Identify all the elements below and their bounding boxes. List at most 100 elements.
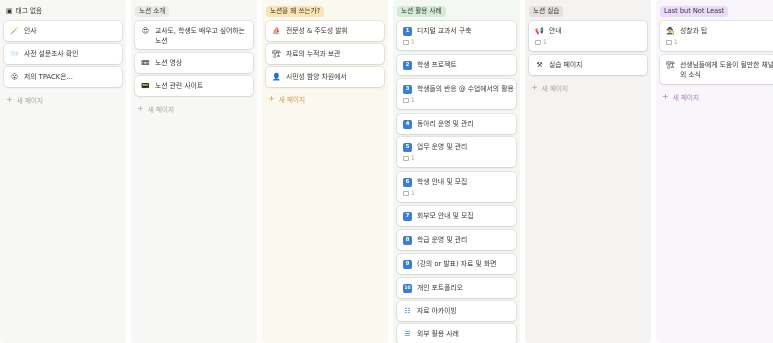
card[interactable]: 🏗 자료의 누적과 보관 [266,44,384,64]
new-page-label: 새 페이지 [672,94,700,102]
keycap-9-icon: 9 [403,260,412,269]
card[interactable]: ☷ 자료 아카이빙 [397,301,516,321]
column-tag: 노션을 왜 쓰는가? [266,5,325,17]
card[interactable]: 5 업무 운영 및 관리 1 [397,137,516,167]
comment-icon [403,98,409,103]
card-title: 전문성 & 주도성 발휘 [286,27,348,35]
column-tag: 노션 활용 사례 [397,5,446,17]
card[interactable]: 👤 시민성 함양 차원에서 [266,67,384,87]
new-page-label: 새 페이지 [16,97,44,105]
magic-wand-icon: 🪄 [10,27,19,35]
card[interactable]: 📢 안내 1 [529,21,647,51]
column-notion-intro: 노션 소개 😍 교사도, 학생도 배우고 싶어하는 노션 📼 노션 영상 📟 노션 관… [131,0,257,343]
card-title: 동아리 운영 및 관리 [417,120,474,128]
card[interactable]: ⚒ 실습 페이지 [529,55,647,75]
card-title: 저의 TPACK은... [24,73,73,81]
card-title: 학생 안내 및 모집 [417,178,468,186]
card[interactable]: 1 디지털 교과서 구축 1 [397,21,516,50]
keycap-5-icon: 5 [403,143,412,152]
column-when-to-use: 노션을 왜 쓰는가? ⛵ 전문성 & 주도성 발휘 🏗 자료의 누적과 보관 👤 시민… [262,0,388,343]
keycap-7-icon: 7 [403,212,412,221]
comment-count: 1 [403,191,516,197]
megaphone-icon: 📢 [535,27,544,35]
surprised-face-icon: 😮 [10,73,19,81]
card-title: 자료의 누적과 보관 [286,50,341,58]
card-title: 사전 설문조사 확인 [24,50,79,58]
keycap-2-icon: 2 [403,61,412,70]
card[interactable]: 10 개인 포트폴리오 [397,278,516,298]
plus-icon: + [6,95,13,104]
keycap-1-icon: 1 [403,27,412,36]
comment-count: 1 [403,156,516,162]
card-title: 개인 포트폴리오 [417,284,463,292]
column-practice: 노션 실습 📢 안내 1 ⚒ 실습 페이지 + 새 페이지 [525,0,651,343]
card[interactable]: ⛵ 전문성 & 주도성 발휘 [266,21,384,41]
new-page-label: 새 페이지 [147,106,175,114]
column-header[interactable]: 노션 소개 [135,4,253,18]
plus-icon: + [137,104,144,113]
menu-icon: ☰ [404,330,411,338]
column-use-cases: 노션 활용 사례 1 디지털 교과서 구축 1 2 학생 프로젝트 3 학생들의 반응… [393,0,520,343]
card[interactable]: 9 (강의 or 발표) 자료 및 화면 [397,254,516,274]
card[interactable]: 6 학생 안내 및 모집 1 [397,172,516,202]
heart-eyes-icon: 😍 [141,27,150,35]
column-tag: Last but Not Least [660,5,729,17]
column-header[interactable]: ▣ 태그 없음 [4,4,122,18]
keycap-10-icon: 10 [403,284,412,293]
card[interactable]: 🏗 선생님들에게 도움이 될만한 채널 외 소식 [660,55,773,84]
card-title: 노션 관련 사이트 [155,82,204,90]
card-title: 학생들의 반응 @ 수업에서의 활용 [417,85,514,93]
kanban-board: ▣ 태그 없음 🪄 인사 📨 사전 설문조사 확인 😮 저의 TPACK은... + 새… [0,0,773,343]
card[interactable]: 📟 노션 관련 사이트 [135,76,253,96]
list-icon: ☷ [404,307,411,315]
videocassette-icon: 📼 [141,59,150,67]
comment-count: 1 [535,40,647,46]
comment-icon [403,191,409,196]
card-title: 선생님들에게 도움이 될만한 채널 외 소식 [680,61,773,79]
card[interactable]: 4 동아리 운영 및 관리 [397,114,516,134]
new-page-button[interactable]: + 새 페이지 [6,94,43,106]
card[interactable]: 📨 사전 설문조사 확인 [4,44,122,64]
card[interactable]: ☰ 외부 활용 사례 [397,324,516,343]
column-header[interactable]: 노션 실습 [529,4,647,18]
keycap-8-icon: 8 [403,236,412,245]
card[interactable]: 8 학급 운영 및 관리 [397,230,516,250]
new-page-label: 새 페이지 [278,96,306,104]
column-header[interactable]: 노션 활용 사례 [397,4,516,18]
card[interactable]: 🧙 성찰과 팁 1 [660,21,773,51]
card-title: 회부모 안내 및 모집 [417,212,474,220]
card-title: 자료 아카이빙 [417,307,457,315]
new-page-button[interactable]: + 새 페이지 [531,82,568,94]
card[interactable]: 7 회부모 안내 및 모집 [397,206,516,226]
card-title: 교사도, 학생도 배우고 싶어하는 노션 [155,27,245,45]
card[interactable]: 😮 저의 TPACK은... [4,67,122,87]
new-page-button[interactable]: + 새 페이지 [662,91,699,103]
card-title: 실습 페이지 [549,61,583,69]
card[interactable]: 2 학생 프로젝트 [397,55,516,75]
keycap-4-icon: 4 [403,120,412,129]
plus-icon: + [531,83,538,92]
column-no-tag: ▣ 태그 없음 🪄 인사 📨 사전 설문조사 확인 😮 저의 TPACK은... + 새… [0,0,126,343]
column-header[interactable]: 노션을 왜 쓰는가? [266,4,384,18]
new-page-button[interactable]: + 새 페이지 [268,93,305,105]
column-tag: 노션 소개 [135,5,170,17]
card[interactable]: 📼 노션 영상 [135,53,253,73]
keycap-6-icon: 6 [403,178,412,187]
card[interactable]: 🪄 인사 [4,21,122,41]
card-title: 성찰과 팁 [680,27,708,35]
comment-icon [535,40,541,45]
card-title: 학생 프로젝트 [417,61,457,69]
building-icon: 🏗 [666,61,675,69]
card[interactable]: 3 학생들의 반응 @ 수업에서의 활용 1 [397,79,516,109]
hammer-pick-icon: ⚒ [536,61,543,69]
card-title: (강의 or 발표) 자료 및 화면 [417,260,497,268]
plus-icon: + [268,94,275,103]
mage-icon: 🧙 [666,27,675,35]
card-title: 외부 활용 사례 [417,330,459,338]
building-icon: 🏗 [272,50,281,58]
card[interactable]: 😍 교사도, 학생도 배우고 싶어하는 노션 [135,21,253,49]
new-page-button[interactable]: + 새 페이지 [137,103,174,115]
card-title: 디지털 교과서 구축 [417,27,472,35]
column-last-but-not-least: Last but Not Least 🧙 성찰과 팁 1 🏗 선생님들에게 도움이 … [656,0,773,343]
column-header[interactable]: Last but Not Least [660,4,769,18]
